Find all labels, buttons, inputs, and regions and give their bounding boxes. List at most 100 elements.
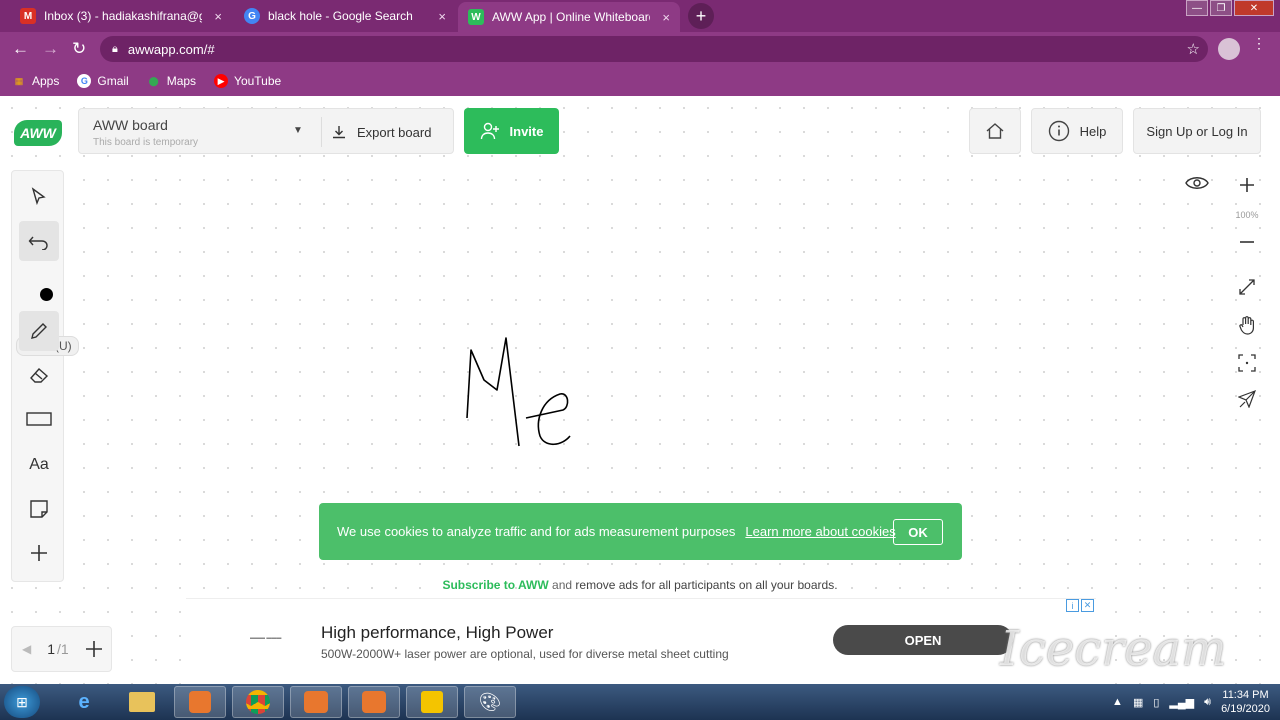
plus-icon [1240, 178, 1254, 192]
pencil-tool[interactable] [19, 311, 59, 351]
player-icon[interactable] [406, 686, 458, 718]
recorder-icon[interactable] [290, 686, 342, 718]
invite-label: Invite [509, 123, 544, 139]
cookie-learn-more-link[interactable]: Learn more about cookies [745, 524, 895, 539]
divider [321, 117, 322, 147]
windows-taskbar: ⊞ e 🎨︎ ▲ ▦ ▯ ▂▄▆ 🔊︎ 11:34 PM 6/19/2020 [0, 684, 1280, 720]
text-tool[interactable]: Aa [19, 445, 59, 485]
bookmark-gmail[interactable]: G Gmail [77, 74, 129, 88]
subscribe-and: and [552, 578, 573, 592]
close-tab-icon[interactable]: × [662, 10, 670, 25]
bookmark-label: YouTube [234, 74, 282, 88]
bookmark-star-icon[interactable]: ☆ [1187, 40, 1200, 58]
window-close-icon[interactable]: ✕ [1234, 0, 1274, 16]
ad-close-icon[interactable]: ✕ [1081, 599, 1094, 612]
eraser-tool[interactable] [19, 355, 59, 395]
volume-icon[interactable]: 🔊︎ [1204, 696, 1211, 709]
maximize-icon[interactable]: ❐ [1210, 0, 1232, 16]
bookmark-maps[interactable]: ⬤ Maps [147, 74, 196, 88]
fit-to-screen-button[interactable] [1226, 346, 1268, 380]
signal-icon[interactable]: ▂▄▆ [1169, 696, 1194, 709]
help-button[interactable]: Help [1031, 108, 1123, 154]
close-tab-icon[interactable]: × [214, 9, 222, 24]
plus-icon [31, 545, 47, 561]
tab-aww-app[interactable]: W AWW App | Online Whiteboard f × [458, 2, 680, 32]
cookie-message: We use cookies to analyze traffic and fo… [337, 524, 736, 539]
invite-button[interactable]: Invite [464, 108, 559, 154]
download-icon [333, 126, 345, 139]
subscribe-link[interactable]: Subscribe to AWW [442, 578, 548, 592]
minimize-icon[interactable]: — [1186, 0, 1208, 16]
forward-icon[interactable]: → [42, 39, 59, 59]
start-button[interactable]: ⊞ [4, 686, 40, 718]
kebab-menu-icon[interactable]: ⋮ [1252, 36, 1266, 50]
add-page-icon[interactable] [85, 640, 103, 658]
cookie-banner: We use cookies to analyze traffic and fo… [319, 503, 962, 560]
address-bar[interactable]: 🔒︎ awwapp.com/# [100, 36, 1208, 62]
board-name[interactable]: AWW board [93, 117, 168, 133]
zoom-in-button[interactable] [1226, 168, 1268, 202]
shape-tool[interactable] [19, 399, 59, 439]
tab-gmail[interactable]: M Inbox (3) - hadiakashifrana@gma × [10, 2, 232, 30]
whiteboard-canvas[interactable]: AWW AWW board This board is temporary ▼ … [0, 96, 1280, 684]
zoom-out-button[interactable] [1226, 225, 1268, 259]
expand-icon [1239, 279, 1255, 295]
media-player-icon[interactable] [174, 686, 226, 718]
icecream-watermark: Icecream [1000, 621, 1227, 677]
pan-button[interactable] [1226, 308, 1268, 342]
paint-icon[interactable]: 🎨︎ [464, 686, 516, 718]
sticky-note-tool[interactable] [19, 489, 59, 529]
browser-tab-strip: M Inbox (3) - hadiakashifrana@gma × G bl… [0, 0, 1280, 32]
page-navigator: ◀ 1 /1 [11, 626, 112, 672]
apps-grid-icon: ▦ [14, 75, 24, 86]
tab-title: AWW App | Online Whiteboard f [492, 10, 651, 24]
back-icon[interactable]: ← [12, 39, 29, 59]
reload-icon[interactable]: ↻ [72, 39, 86, 59]
ad-open-button[interactable]: OPEN [833, 625, 1013, 655]
rectangle-icon [26, 412, 52, 426]
freehand-drawing[interactable]: Me [450, 332, 590, 462]
profile-avatar[interactable] [1218, 38, 1240, 60]
select-tool[interactable] [19, 177, 59, 217]
maps-pin-icon: ⬤ [148, 75, 159, 86]
ad-banner[interactable]: ▬▬▬ ▬▬▬ High performance, High Power 500… [186, 598, 1096, 684]
chrome-icon[interactable] [232, 686, 284, 718]
fullscreen-button[interactable] [1226, 270, 1268, 304]
aww-logo[interactable]: AWW [14, 120, 62, 146]
board-subtitle: This board is temporary [93, 137, 199, 148]
home-button[interactable] [969, 108, 1021, 154]
eraser-icon [30, 368, 49, 383]
bookmark-youtube[interactable]: ▶ YouTube [214, 74, 281, 88]
file-explorer-icon[interactable] [116, 686, 168, 718]
battery-icon[interactable]: ▯ [1153, 696, 1159, 709]
send-icon [1238, 390, 1256, 408]
laser-pointer-button[interactable] [1226, 382, 1268, 416]
ad-choices[interactable]: i ✕ [1066, 599, 1094, 612]
bookmark-apps[interactable]: ▦ Apps [12, 74, 60, 88]
new-tab-button[interactable]: + [688, 3, 714, 29]
sticky-note-icon [30, 500, 48, 518]
clock-time: 11:34 PM [1222, 689, 1269, 701]
chevron-down-icon[interactable]: ▼ [293, 125, 303, 136]
show-hidden-icons-icon[interactable]: ▲ [1112, 696, 1123, 708]
close-tab-icon[interactable]: × [438, 9, 446, 24]
signup-label: Sign Up or Log In [1146, 123, 1248, 139]
color-picker-tool[interactable] [19, 267, 59, 307]
current-page: 1 [47, 641, 56, 657]
previous-page-icon[interactable]: ◀ [22, 642, 31, 656]
network-icon[interactable]: ▦ [1133, 696, 1143, 709]
home-icon [986, 123, 1004, 139]
export-board-button[interactable]: Export board [331, 117, 431, 147]
signup-login-button[interactable]: Sign Up or Log In [1133, 108, 1261, 154]
ad-info-icon[interactable]: i [1066, 599, 1079, 612]
screenshot-icon[interactable] [348, 686, 400, 718]
cursor-arrow-icon [31, 187, 46, 206]
internet-explorer-icon[interactable]: e [58, 686, 110, 718]
add-tool-button[interactable] [19, 533, 59, 573]
tab-google-search[interactable]: G black hole - Google Search × [234, 2, 456, 30]
undo-tool[interactable] [19, 221, 59, 261]
ad-text: 500W-2000W+ laser power are optional, us… [321, 647, 729, 661]
view-mode-button[interactable] [1180, 168, 1214, 198]
cookie-ok-button[interactable]: OK [893, 519, 943, 545]
clock[interactable]: 11:34 PM 6/19/2020 [1221, 688, 1270, 716]
